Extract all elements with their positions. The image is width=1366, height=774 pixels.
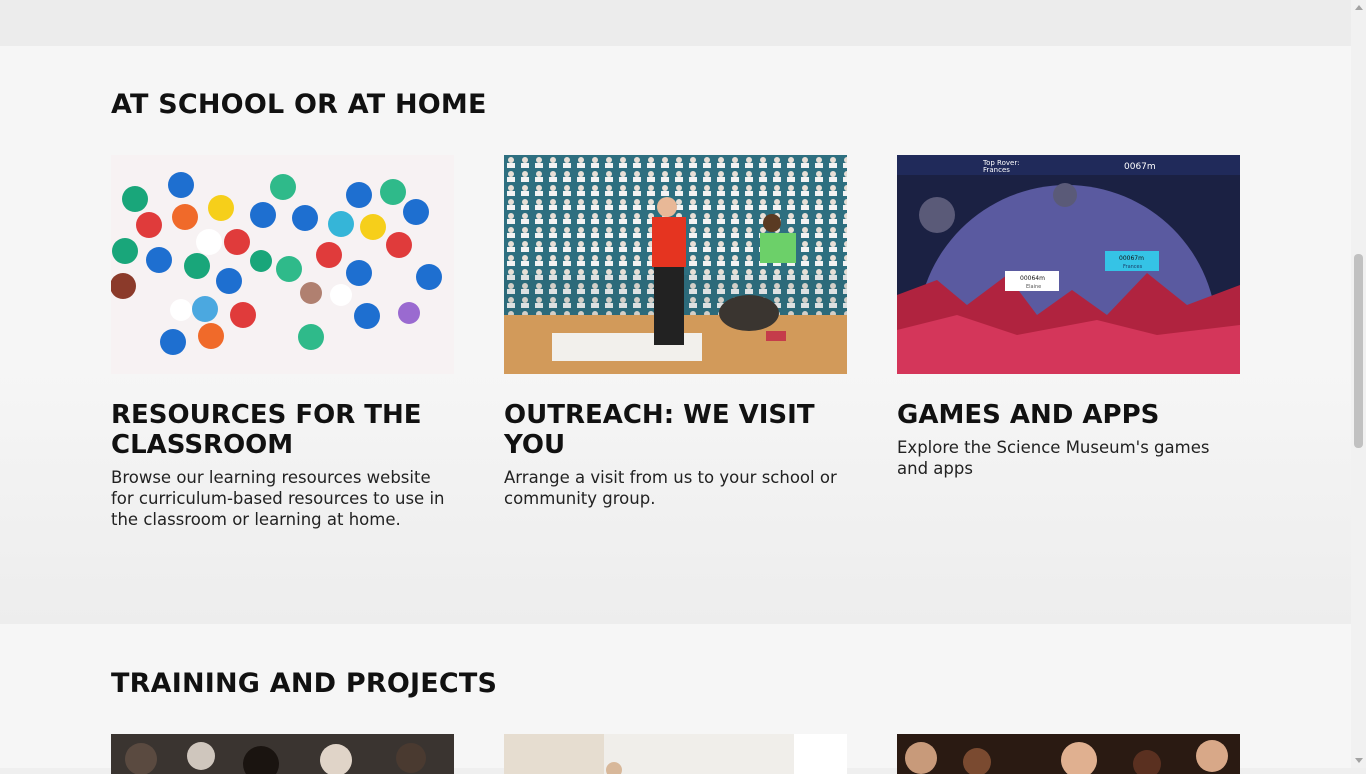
marker-2-name: Frances: [1123, 264, 1143, 270]
top-strip: [0, 0, 1351, 46]
marker-2-distance: 00067m: [1119, 255, 1144, 262]
card-resources-classroom: RESOURCES FOR THE CLASSROOM Browse our l…: [111, 155, 454, 530]
card-title[interactable]: RESOURCES FOR THE CLASSROOM: [111, 400, 454, 460]
scrollbar[interactable]: [1351, 0, 1366, 768]
workshop-image[interactable]: [504, 734, 847, 774]
card-training-3: [897, 734, 1240, 774]
card-title[interactable]: OUTREACH: WE VISIT YOU: [504, 400, 847, 460]
card-title[interactable]: GAMES AND APPS: [897, 400, 1240, 430]
card-training-1: [111, 734, 454, 774]
scroll-up-arrow-icon[interactable]: [1355, 5, 1363, 10]
outreach-image[interactable]: [504, 155, 847, 374]
card-description: Arrange a visit from us to your school o…: [504, 468, 837, 508]
hud-top-rover-name: Frances: [983, 166, 1010, 174]
marker-1-name: Elaine: [1026, 284, 1041, 290]
card-games-apps: Top Rover: Frances 0067m 00064m Elaine 0…: [897, 155, 1240, 479]
card-training-2: [504, 734, 847, 774]
card-description: Explore the Science Museum's games and a…: [897, 438, 1210, 478]
training-image[interactable]: [111, 734, 454, 774]
card-description: Browse our learning resources website fo…: [111, 468, 445, 529]
hud-distance: 0067m: [1124, 162, 1156, 172]
section-title: AT SCHOOL OR AT HOME: [111, 89, 487, 120]
scrollbar-thumb[interactable]: [1354, 254, 1363, 448]
training-projects-section: TRAINING AND PROJECTS: [0, 624, 1351, 774]
resources-classroom-image[interactable]: [111, 155, 454, 374]
card-outreach: OUTREACH: WE VISIT YOU Arrange a visit f…: [504, 155, 847, 509]
section-title: TRAINING AND PROJECTS: [111, 668, 498, 699]
school-home-section: AT SCHOOL OR AT HOME RESOURCES FOR THE C…: [0, 46, 1351, 624]
audience-image[interactable]: [897, 734, 1240, 774]
games-apps-image[interactable]: Top Rover: Frances 0067m 00064m Elaine 0…: [897, 155, 1240, 374]
scroll-down-arrow-icon[interactable]: [1355, 758, 1363, 763]
marker-1-distance: 00064m: [1020, 275, 1045, 282]
